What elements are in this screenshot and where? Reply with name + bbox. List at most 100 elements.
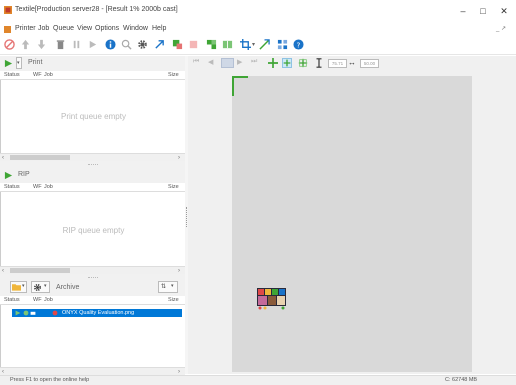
nest-tool-icon[interactable]	[206, 39, 217, 50]
first-page-icon[interactable]: ⏮	[193, 58, 203, 68]
crop-icon[interactable]	[240, 39, 251, 50]
mdi-controls[interactable]: _ ↗	[496, 25, 506, 32]
print-dropdown[interactable]: ▾	[16, 57, 22, 69]
menu-bar: Printer Job Queue View Options Window He…	[0, 24, 516, 35]
status-help-text: Press F1 to open the online help	[10, 377, 90, 383]
archive-label: Archive	[56, 284, 80, 291]
rip-play-icon[interactable]	[4, 171, 13, 180]
link-dimensions-icon[interactable]: ↔	[348, 58, 356, 67]
table-row[interactable]: ONYX Quality Evaluation.png	[12, 309, 182, 317]
media-canvas[interactable]	[232, 76, 472, 372]
scroll-left-icon[interactable]: ‹	[2, 154, 4, 162]
printer-icon	[30, 311, 36, 315]
rip-section-header: RIP	[0, 168, 185, 183]
play-icon[interactable]	[87, 39, 98, 50]
col-status[interactable]: Status	[4, 72, 20, 78]
minimize-button[interactable]: –	[455, 4, 471, 18]
last-page-icon[interactable]: ⏭	[251, 58, 261, 68]
archive-section-header: ▾ ▾ Archive ⇅ ▾	[0, 279, 185, 296]
help-icon[interactable]: ?	[293, 39, 304, 50]
tile-tool-icon[interactable]	[222, 39, 233, 50]
color-tool-icon[interactable]	[188, 39, 199, 50]
col-size[interactable]: Size	[168, 184, 179, 190]
col-status[interactable]: Status	[4, 184, 20, 190]
col-job[interactable]: Job	[44, 184, 53, 190]
print-play-icon[interactable]	[4, 59, 13, 68]
menu-window[interactable]: Window	[123, 25, 148, 32]
archive-folder-combo[interactable]: ▾	[10, 281, 27, 293]
job-name: ONYX Quality Evaluation.png	[62, 310, 135, 316]
move-up-icon[interactable]	[20, 39, 31, 50]
maximize-button[interactable]: □	[475, 4, 491, 18]
archive-sort-combo[interactable]: ⇅ ▾	[158, 281, 178, 293]
rip-queue-list[interactable]: RIP queue empty	[0, 192, 185, 266]
splitter-grip[interactable]	[186, 207, 187, 227]
chevron-down-icon: ▾	[22, 283, 25, 289]
scroll-right-icon[interactable]: ›	[178, 267, 180, 275]
chevron-down-icon: ▾	[44, 283, 47, 289]
archive-column-header: Status WF Job Size	[0, 296, 185, 305]
resize-icon[interactable]	[259, 39, 270, 50]
gear-icon[interactable]	[137, 39, 148, 50]
play-icon	[15, 310, 21, 316]
rotate-icon[interactable]	[298, 58, 308, 68]
crop-dropdown-icon[interactable]: ▾	[252, 41, 255, 48]
measure-icon[interactable]	[314, 58, 324, 68]
archive-settings-combo[interactable]: ▾	[31, 281, 50, 293]
main-toolbar: ▾ ?	[0, 36, 516, 55]
move-down-icon[interactable]	[36, 39, 47, 50]
col-size[interactable]: Size	[168, 72, 179, 78]
send-icon[interactable]	[154, 39, 165, 50]
col-wf[interactable]: WF	[33, 72, 42, 78]
col-wf[interactable]: WF	[33, 184, 42, 190]
col-wf[interactable]: WF	[33, 297, 42, 303]
next-page-icon[interactable]: ▶	[237, 58, 247, 68]
app-menu-icon[interactable]	[4, 26, 11, 33]
rip-scrollbar[interactable]: ‹ ›	[0, 266, 185, 274]
zoom-icon[interactable]	[121, 39, 132, 50]
scroll-right-icon[interactable]: ›	[178, 154, 180, 162]
layout-tool-icon[interactable]	[172, 39, 183, 50]
zoom-height-field[interactable]: 50.00	[360, 59, 379, 68]
status-bar: Press F1 to open the online help C: 6274…	[0, 375, 516, 385]
move-icon[interactable]	[268, 58, 278, 68]
page-selector[interactable]	[221, 58, 234, 68]
col-size[interactable]: Size	[168, 297, 179, 303]
print-section-header: ▾ Print	[0, 56, 185, 71]
scroll-thumb[interactable]	[10, 155, 70, 160]
origin-marker	[232, 76, 248, 96]
svg-text:?: ?	[297, 40, 301, 49]
select-icon[interactable]	[282, 58, 292, 68]
stop-icon[interactable]	[4, 39, 15, 50]
col-job[interactable]: Job	[44, 297, 53, 303]
scroll-left-icon[interactable]: ‹	[2, 267, 4, 275]
rip-empty-message: RIP queue empty	[62, 226, 125, 235]
print-scrollbar[interactable]: ‹ ›	[0, 153, 185, 161]
menu-queue[interactable]: Queue	[53, 25, 74, 32]
menu-view[interactable]: View	[77, 25, 92, 32]
zoom-width-field[interactable]: 75.71	[328, 59, 347, 68]
title-bar: Textile[Production server28 - [Result 1%…	[0, 0, 516, 24]
prev-page-icon[interactable]: ◀	[208, 58, 218, 68]
menu-job[interactable]: Job	[38, 25, 49, 32]
app-icon	[4, 6, 12, 14]
close-button[interactable]: ✕	[496, 4, 512, 18]
gear-icon	[33, 283, 42, 292]
col-status[interactable]: Status	[4, 297, 20, 303]
scroll-thumb[interactable]	[10, 268, 70, 273]
col-job[interactable]: Job	[44, 72, 53, 78]
trash-icon[interactable]	[55, 39, 66, 50]
info-icon[interactable]	[105, 39, 116, 50]
menu-options[interactable]: Options	[95, 25, 119, 32]
folder-icon	[12, 284, 21, 291]
print-rip-splitter[interactable]	[88, 164, 98, 166]
workflow-icon	[23, 310, 29, 316]
grid-icon[interactable]	[277, 39, 288, 50]
archive-scrollbar[interactable]: ‹ ›	[0, 367, 185, 375]
job-thumbnail[interactable]	[255, 286, 288, 310]
preview-toolbar: ⏮ ◀ ▶ ⏭ 75.71 ↔ 50.00	[188, 56, 516, 71]
menu-help[interactable]: Help	[152, 25, 166, 32]
pause-icon[interactable]	[71, 39, 82, 50]
menu-printer[interactable]: Printer	[15, 25, 36, 32]
print-queue-list[interactable]: Print queue empty	[0, 80, 185, 153]
